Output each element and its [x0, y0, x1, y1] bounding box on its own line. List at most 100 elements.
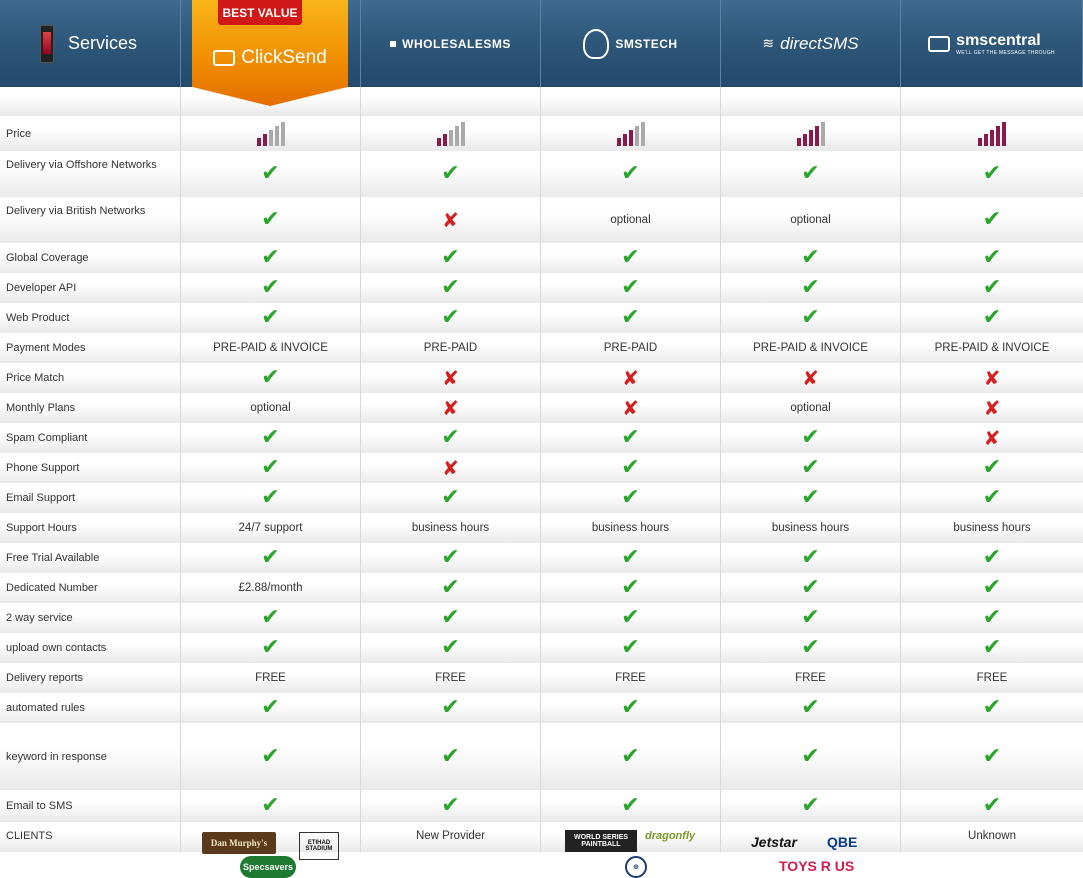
feature-value-cell: business hours [361, 513, 541, 543]
feature-value-cell: ✘ [541, 393, 721, 423]
check-icon: ✔ [621, 305, 640, 330]
feature-value-cell: ✔ [721, 243, 901, 273]
etihad-stadium-logo: ETIHAD STADIUM [299, 832, 339, 860]
price-bar [990, 129, 994, 146]
cross-icon: ✘ [802, 366, 819, 390]
check-icon: ✔ [261, 743, 280, 769]
feature-value-cell: ✔ [361, 243, 541, 273]
feature-value-cell: PRE-PAID & INVOICE [181, 333, 361, 363]
feature-value-cell: ✘ [901, 393, 1083, 423]
feature-value-cell: ✔ [541, 633, 721, 663]
feature-value-text: business hours [591, 522, 670, 534]
check-icon: ✔ [441, 575, 460, 600]
check-icon: ✔ [441, 425, 460, 450]
check-icon: ✔ [261, 455, 280, 480]
feature-label: Support Hours [0, 513, 181, 543]
feature-value-cell: ✔ [721, 603, 901, 633]
feature-label: Payment Modes [0, 333, 181, 363]
feature-value-text: PRE-PAID [603, 342, 658, 354]
feature-label: automated rules [0, 693, 181, 723]
check-icon: ✔ [801, 793, 820, 818]
phone-icon [40, 24, 54, 63]
check-icon: ✔ [621, 275, 640, 300]
specsavers-logo: Specsavers [240, 856, 296, 878]
price-bar [268, 129, 273, 146]
toysrus-logo: TOYS R US [779, 858, 855, 874]
feature-value-cell: ✔ [541, 273, 721, 303]
check-icon: ✔ [441, 743, 460, 769]
feature-value-cell: ✔ [181, 423, 361, 453]
services-header: Services [0, 0, 181, 87]
price-bar [1002, 121, 1006, 146]
feature-value-cell: ✔ [361, 483, 541, 513]
feature-value-cell: ✔ [361, 723, 541, 790]
check-icon: ✔ [621, 793, 640, 818]
feature-value-cell: ✔ [181, 603, 361, 633]
price-bar [454, 125, 459, 146]
check-icon: ✔ [801, 605, 820, 630]
check-icon: ✔ [801, 425, 820, 450]
feature-value-cell: optional [721, 197, 901, 243]
feature-label: Spam Compliant [0, 423, 181, 453]
feature-value-cell: ✔ [721, 303, 901, 333]
check-icon: ✔ [801, 743, 820, 769]
smstech-name: SMSTECH [615, 36, 678, 51]
check-icon: ✔ [801, 575, 820, 600]
feature-label: Web Product [0, 303, 181, 333]
feature-value-text: FREE [795, 672, 826, 684]
feature-value-text: optional [610, 214, 651, 226]
feature-value-cell: ✔ [181, 483, 361, 513]
feature-value-text: business hours [953, 522, 1031, 534]
feature-value-cell: ✔ [181, 273, 361, 303]
feature-value-cell: ✔ [721, 453, 901, 483]
check-icon: ✔ [621, 161, 640, 186]
cross-icon: ✘ [622, 366, 639, 390]
price-level-icon [616, 121, 645, 146]
feature-value-cell: ✔ [721, 483, 901, 513]
stadium-text: STADIUM [305, 846, 333, 852]
check-icon: ✔ [441, 545, 460, 570]
feature-value-cell: PRE-PAID & INVOICE [901, 333, 1083, 363]
price-level-icon [256, 121, 285, 146]
feature-value-cell: ✔ [181, 693, 361, 723]
dan-murphys-logo: Dan Murphy's [202, 832, 276, 854]
check-icon: ✔ [621, 245, 640, 270]
check-icon: ✔ [621, 743, 640, 769]
feature-label: Free Trial Available [0, 543, 181, 573]
feature-value-cell: ✔ [901, 243, 1083, 273]
check-icon: ✔ [982, 245, 1002, 270]
price-bar [814, 125, 819, 146]
check-icon: ✔ [801, 275, 820, 300]
feature-label: Email to SMS [0, 790, 181, 822]
feature-value-cell: FREE [901, 663, 1083, 693]
feature-value-cell: ✔ [721, 573, 901, 603]
feature-value-cell: ✔ [181, 243, 361, 273]
check-icon: ✔ [441, 161, 460, 186]
best-value-badge: BEST VALUE [218, 0, 302, 25]
price-bar [978, 137, 982, 146]
check-icon: ✔ [261, 425, 280, 450]
provider-header-smstech: SMSTECH [541, 0, 721, 87]
feature-value-cell: ✔ [721, 423, 901, 453]
feature-value-cell: ✔ [541, 603, 721, 633]
feature-value-cell: ✔ [361, 693, 541, 723]
smstech-logo: SMSTECH [583, 28, 678, 59]
check-icon: ✔ [621, 575, 640, 600]
cross-icon: ✘ [442, 396, 459, 420]
feature-value-cell: ✔ [181, 197, 361, 243]
spacer-cell [721, 87, 901, 116]
smstech-shield-icon [583, 28, 610, 59]
feature-value-cell: ✔ [541, 790, 721, 822]
feature-value-cell: ✘ [361, 363, 541, 393]
check-icon: ✔ [621, 455, 640, 480]
check-icon: ✔ [261, 793, 280, 818]
feature-value-cell: FREE [541, 663, 721, 693]
check-icon: ✔ [441, 305, 460, 330]
feature-value-cell: ✔ [541, 543, 721, 573]
feature-value-cell: ✘ [541, 363, 721, 393]
feature-value-cell: ✔ [361, 790, 541, 822]
check-icon: ✔ [801, 245, 820, 270]
feature-label: Developer API [0, 273, 181, 303]
dragonfly-logo: dragonfly [645, 830, 696, 842]
check-icon: ✔ [982, 485, 1002, 510]
